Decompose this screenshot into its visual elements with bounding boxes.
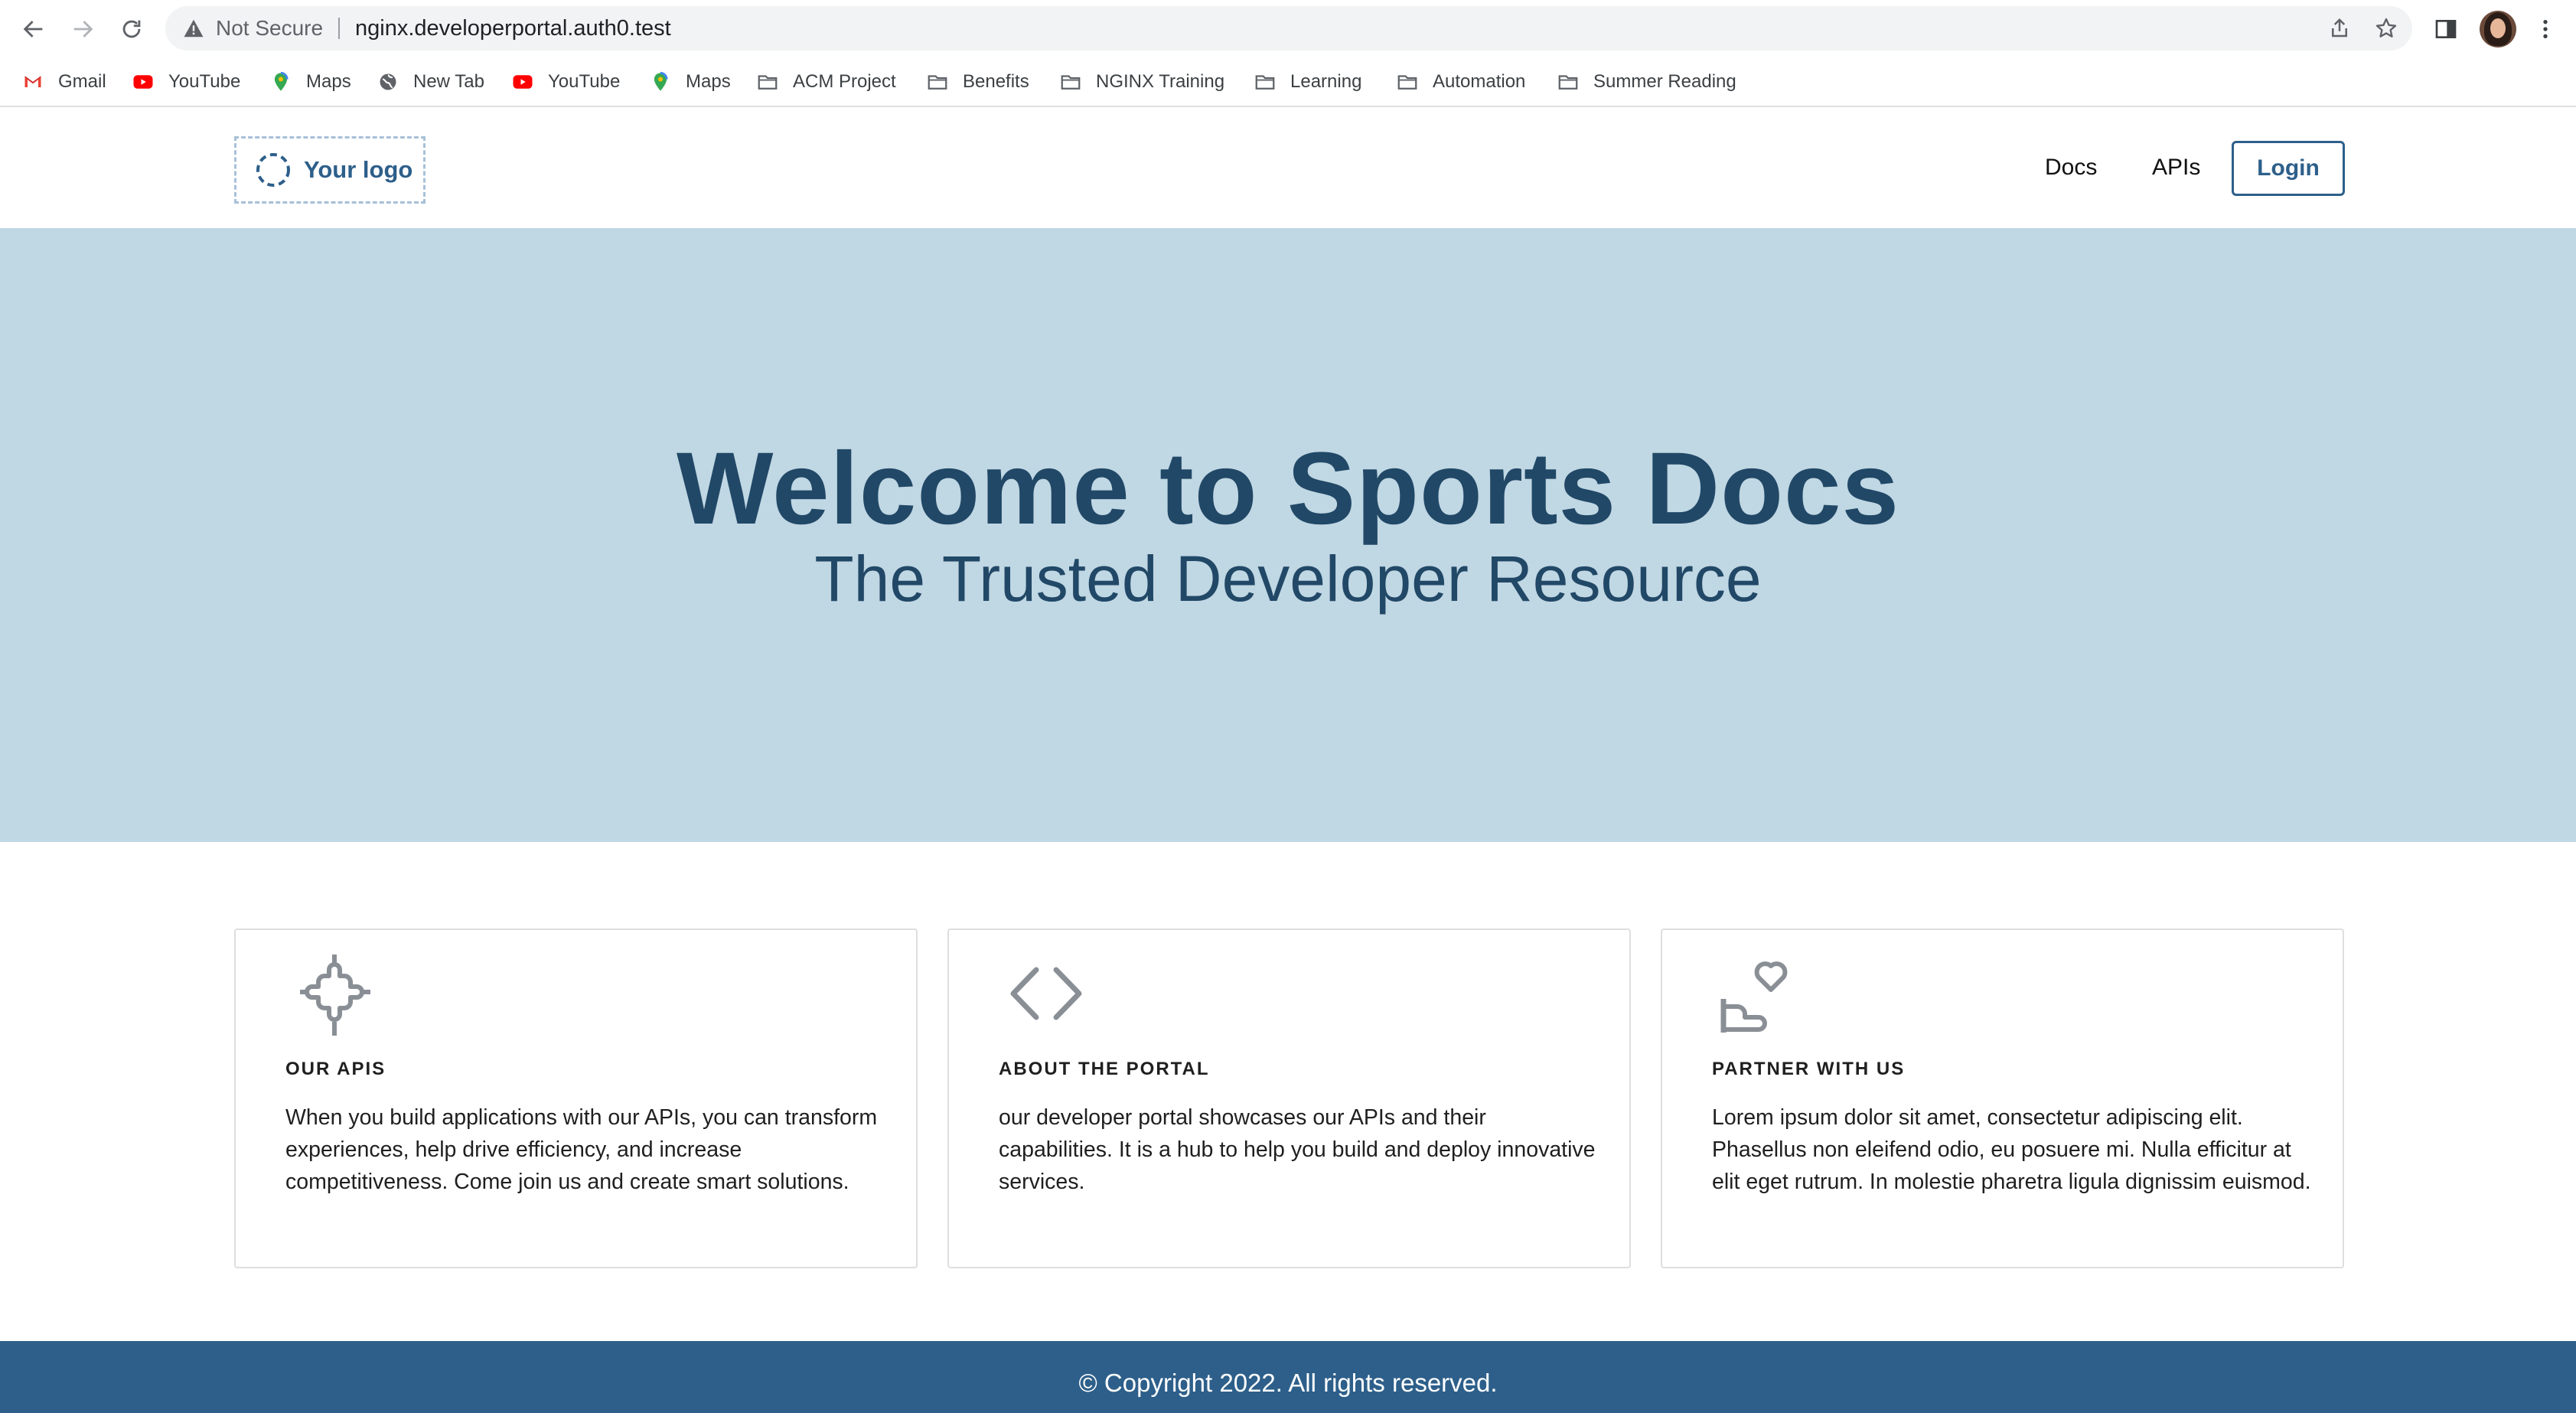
side-panel-button[interactable] bbox=[2428, 11, 2464, 47]
bookmark-label: YouTube bbox=[168, 71, 241, 92]
site-logo[interactable]: Your logo bbox=[234, 136, 426, 204]
card-title: OUR APIS bbox=[285, 1059, 386, 1079]
bookmark-label: YouTube bbox=[548, 71, 621, 92]
bookmark-folder-automation[interactable]: Automation bbox=[1396, 58, 1525, 106]
forward-button[interactable] bbox=[64, 11, 101, 47]
card-text: When you build applications with our API… bbox=[285, 1105, 878, 1194]
reload-button[interactable] bbox=[113, 11, 150, 47]
side-panel-icon bbox=[2435, 20, 2457, 38]
code-brackets-icon bbox=[1010, 967, 1082, 1020]
bookmarks-bar: Gmail YouTube Maps New Tab YouTube Maps bbox=[0, 58, 2576, 107]
bookmark-label: Benefits bbox=[963, 71, 1029, 92]
arrow-left-icon bbox=[23, 21, 43, 38]
bookmark-label: NGINX Training bbox=[1096, 71, 1225, 92]
bookmark-label: Maps bbox=[306, 71, 351, 92]
back-button[interactable] bbox=[15, 11, 52, 47]
warning-triangle-icon bbox=[184, 19, 204, 38]
card-our-apis: OUR APIS When you build applications wit… bbox=[234, 928, 918, 1268]
security-status[interactable]: Not Secure bbox=[216, 6, 323, 51]
bookmark-folder-benefits[interactable]: Benefits bbox=[926, 58, 1029, 106]
bookmark-youtube-2[interactable]: YouTube bbox=[511, 58, 620, 106]
bookmark-new-tab[interactable]: New Tab bbox=[377, 58, 484, 106]
bookmark-label: Automation bbox=[1433, 71, 1526, 92]
bookmark-folder-learning[interactable]: Learning bbox=[1254, 58, 1361, 106]
card-title: PARTNER WITH US bbox=[1712, 1059, 1906, 1079]
folder-icon bbox=[1254, 70, 1277, 93]
bookmark-label: Summer Reading bbox=[1593, 71, 1736, 92]
logo-placeholder-icon bbox=[256, 153, 290, 187]
bookmark-label: Gmail bbox=[58, 71, 106, 92]
bookmark-label: Learning bbox=[1290, 71, 1362, 92]
hero-subtitle: The Trusted Developer Resource bbox=[814, 543, 1762, 615]
site-footer: © Copyright 2022. All rights reserved. bbox=[0, 1341, 2576, 1413]
reload-icon bbox=[122, 20, 141, 38]
hero-title: Welcome to Sports Docs bbox=[676, 432, 1900, 546]
maps-pin-icon bbox=[649, 70, 672, 93]
folder-icon bbox=[1557, 70, 1580, 93]
bookmark-label: New Tab bbox=[413, 71, 484, 92]
site-header: Your logo Docs APIs Login bbox=[0, 107, 2576, 228]
profile-avatar[interactable] bbox=[2480, 11, 2516, 47]
address-bar[interactable]: Not Secure nginx.developerportal.auth0.t… bbox=[165, 6, 2412, 51]
card-title: ABOUT THE PORTAL bbox=[999, 1059, 1210, 1079]
youtube-icon bbox=[511, 70, 534, 93]
card-about-portal: ABOUT THE PORTAL our developer portal sh… bbox=[947, 928, 1631, 1268]
arrow-right-icon bbox=[73, 21, 93, 38]
browser-toolbar: Not Secure nginx.developerportal.auth0.t… bbox=[0, 0, 2576, 58]
logo-text: Your logo bbox=[304, 156, 413, 183]
bookmark-folder-acm-project[interactable]: ACM Project bbox=[756, 58, 896, 106]
card-text: our developer portal showcases our APIs … bbox=[999, 1105, 1596, 1194]
bookmark-gmail[interactable]: Gmail bbox=[21, 58, 106, 106]
avatar-face bbox=[2490, 18, 2506, 38]
share-icon[interactable] bbox=[2328, 17, 2351, 40]
card-text: Lorem ipsum dolor sit amet, consectetur … bbox=[1712, 1105, 2311, 1194]
bookmark-label: ACM Project bbox=[793, 71, 896, 92]
card-partner: PARTNER WITH US Lorem ipsum dolor sit am… bbox=[1661, 928, 2344, 1268]
bookmark-maps-2[interactable]: Maps bbox=[649, 58, 731, 106]
folder-icon bbox=[926, 70, 949, 93]
nav-link-docs[interactable]: Docs bbox=[2045, 107, 2097, 228]
folder-icon bbox=[756, 70, 779, 93]
browser-menu-button[interactable] bbox=[2527, 11, 2564, 47]
omnibox-divider bbox=[338, 18, 340, 39]
copyright-text: © Copyright 2022. All rights reserved. bbox=[1078, 1369, 1498, 1397]
bookmark-folder-nginx-training[interactable]: NGINX Training bbox=[1059, 58, 1224, 106]
kebab-menu-icon bbox=[2543, 20, 2548, 38]
hero-banner: Welcome to Sports Docs The Trusted Devel… bbox=[0, 228, 2576, 842]
youtube-icon bbox=[132, 70, 155, 93]
nav-link-apis[interactable]: APIs bbox=[2152, 107, 2200, 228]
star-icon[interactable] bbox=[2374, 16, 2398, 41]
globe-icon bbox=[377, 70, 399, 93]
bookmark-folder-summer-reading[interactable]: Summer Reading bbox=[1557, 58, 1736, 106]
hand-heart-icon bbox=[1720, 961, 1788, 1033]
bookmark-youtube[interactable]: YouTube bbox=[132, 58, 240, 106]
url-text[interactable]: nginx.developerportal.auth0.test bbox=[355, 6, 671, 51]
bookmark-label: Maps bbox=[686, 71, 731, 92]
login-button[interactable]: Login bbox=[2232, 141, 2345, 196]
folder-icon bbox=[1396, 70, 1419, 93]
puzzle-cross-icon bbox=[300, 955, 370, 1036]
folder-icon bbox=[1059, 70, 1082, 93]
gmail-icon bbox=[21, 70, 44, 93]
maps-pin-icon bbox=[269, 70, 292, 93]
bookmark-maps[interactable]: Maps bbox=[269, 58, 351, 106]
